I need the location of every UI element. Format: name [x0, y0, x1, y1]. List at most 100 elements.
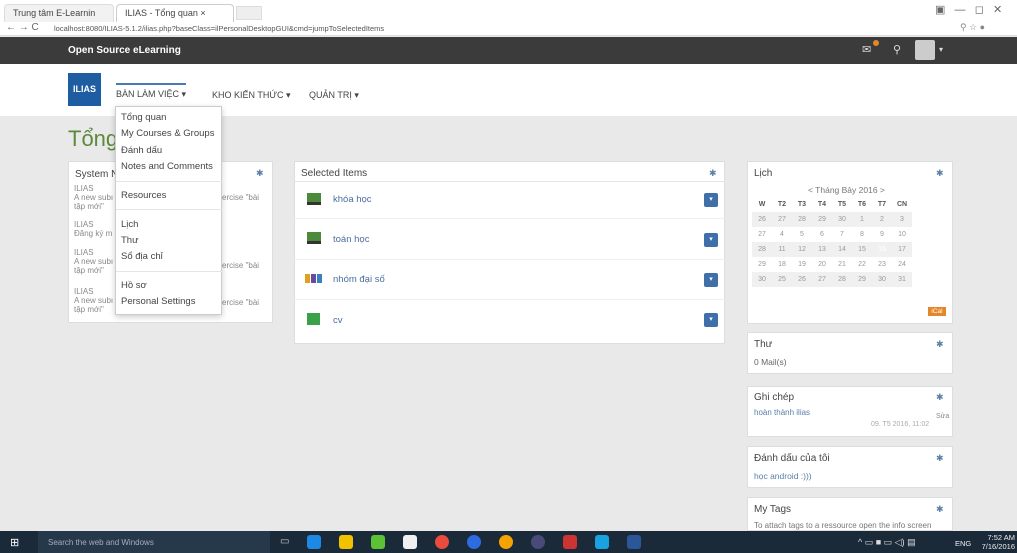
dropdown-item-bookmarks[interactable]: Đánh dấu [121, 145, 162, 156]
gear-icon[interactable]: ✱ [936, 504, 944, 515]
bookmark-link[interactable]: học android :))) [754, 471, 812, 481]
ilias-logo[interactable]: ILIAS [68, 73, 101, 106]
calendar-day[interactable]: 27 [812, 272, 832, 287]
calendar-day[interactable]: 12 [792, 242, 812, 257]
dropdown-item-profile[interactable]: Hồ sơ [121, 280, 147, 291]
calendar-day[interactable]: 28 [792, 212, 812, 227]
task-view-icon[interactable]: ▭ [280, 536, 289, 547]
language-indicator[interactable]: ENG [955, 539, 971, 548]
dropdown-item-overview[interactable]: Tổng quan [121, 112, 166, 123]
gear-icon[interactable]: ✱ [936, 168, 944, 179]
app-icon[interactable] [531, 535, 545, 549]
calendar-day[interactable]: 1 [852, 212, 872, 227]
calendar-day[interactable]: 26 [792, 272, 812, 287]
selected-item-link[interactable]: nhóm đại số [333, 274, 385, 285]
ical-button[interactable]: iCal [928, 307, 946, 316]
calendar-day[interactable]: 25 [772, 272, 792, 287]
chrome-icon[interactable] [435, 535, 449, 549]
calendar-day[interactable]: 5 [792, 227, 812, 242]
file-explorer-icon[interactable] [339, 535, 353, 549]
calendar-day[interactable]: 6 [812, 227, 832, 242]
actions-dropdown-button[interactable]: ▾ [704, 313, 718, 327]
calendar-day[interactable]: 31 [892, 272, 912, 287]
dropdown-item-resources[interactable]: Resources [121, 190, 166, 201]
actions-dropdown-button[interactable]: ▾ [704, 193, 718, 207]
calendar-month-nav[interactable]: < Tháng Bảy 2016 > [808, 185, 885, 195]
avatar[interactable] [915, 40, 935, 60]
menu-admin[interactable]: QUẢN TRỊ ▾ [309, 90, 359, 101]
window-controls[interactable]: ▣ — ◻ ✕ [935, 3, 1002, 16]
calendar-day[interactable]: 29 [852, 272, 872, 287]
gear-icon[interactable]: ✱ [709, 168, 717, 179]
gear-icon[interactable]: ✱ [936, 339, 944, 350]
actions-dropdown-button[interactable]: ▾ [704, 273, 718, 287]
menu-desktop[interactable]: BÀN LÀM VIỆC ▾ [116, 83, 187, 100]
calendar-day[interactable]: 8 [852, 227, 872, 242]
app-title[interactable]: Open Source eLearning [68, 45, 181, 56]
extension-icons[interactable]: ⚲ ☆ ● [960, 22, 985, 33]
calendar-day[interactable]: 10 [892, 227, 912, 242]
tab-ilias[interactable]: ILIAS - Tổng quan × [116, 4, 234, 22]
calendar-day[interactable]: 29 [812, 212, 832, 227]
gear-icon[interactable]: ✱ [936, 392, 944, 403]
dropdown-item-calendar[interactable]: Lịch [121, 219, 138, 230]
calendar-day[interactable]: 13 [812, 242, 832, 257]
calendar-day[interactable]: 22 [852, 257, 872, 272]
clock[interactable]: 7:52 AM 7/16/2016 [979, 533, 1015, 551]
dropdown-item-contacts[interactable]: Sổ địa chỉ [121, 251, 163, 262]
selected-item-link[interactable]: toán học [333, 234, 369, 245]
calendar-day[interactable]: 2 [872, 212, 892, 227]
nav-buttons[interactable]: ← → C [6, 22, 39, 33]
store-icon[interactable] [403, 535, 417, 549]
search-icon[interactable]: ⚲ [893, 43, 901, 56]
calendar-day[interactable]: 7 [832, 227, 852, 242]
calendar-day-today[interactable]: 16 [872, 242, 892, 257]
calendar-day[interactable]: 9 [872, 227, 892, 242]
note-edit-link[interactable]: Sửa [936, 413, 949, 420]
url-input[interactable]: localhost:8080/ILIAS-5.1.2/ilias.php?bas… [54, 23, 934, 35]
calendar-day[interactable]: 19 [792, 257, 812, 272]
app-icon[interactable] [563, 535, 577, 549]
app-icon[interactable] [467, 535, 481, 549]
app-icon[interactable] [499, 535, 513, 549]
calendar-day[interactable]: 20 [812, 257, 832, 272]
dropdown-item-mail[interactable]: Thư [121, 235, 138, 246]
calendar-day[interactable]: 21 [832, 257, 852, 272]
calendar-day[interactable]: 30 [872, 272, 892, 287]
weekday-header: T3 [797, 201, 807, 208]
calendar-day[interactable]: 23 [872, 257, 892, 272]
dropdown-item-courses[interactable]: My Courses & Groups [121, 128, 214, 139]
app-icon[interactable] [371, 535, 385, 549]
calendar-day[interactable]: 15 [852, 242, 872, 257]
calendar-day[interactable]: 3 [892, 212, 912, 227]
skype-icon[interactable] [595, 535, 609, 549]
calendar-day[interactable]: 4 [772, 227, 792, 242]
calendar-day[interactable]: 14 [832, 242, 852, 257]
gear-icon[interactable]: ✱ [256, 168, 264, 179]
calendar-day[interactable]: 28 [832, 272, 852, 287]
tab-elearning[interactable]: Trung tâm E-Learnin [4, 4, 114, 22]
note-link[interactable]: hoàn thành ilias [754, 408, 810, 417]
windows-start-icon[interactable]: ⊞ [10, 536, 19, 549]
dropdown-item-settings[interactable]: Personal Settings [121, 296, 195, 307]
calendar-day[interactable]: 24 [892, 257, 912, 272]
calendar-day[interactable]: 27 [772, 212, 792, 227]
calendar-day[interactable]: 30 [832, 212, 852, 227]
calendar-day[interactable]: 18 [772, 257, 792, 272]
new-tab-button[interactable] [236, 6, 262, 20]
system-tray-icons[interactable]: ^ ▭ ■ ▭ ◁) ▤ [858, 537, 916, 548]
edge-icon[interactable] [307, 535, 321, 549]
calendar-day[interactable]: 11 [772, 242, 792, 257]
calendar-day[interactable]: 17 [892, 242, 912, 257]
selected-item-link[interactable]: cv [333, 315, 343, 326]
dropdown-item-notes[interactable]: Notes and Comments [121, 161, 213, 172]
gear-icon[interactable]: ✱ [936, 453, 944, 464]
mail-count[interactable]: 0 Mail(s) [754, 357, 787, 367]
menu-repository[interactable]: KHO KIẾN THỨC ▾ [212, 90, 291, 101]
actions-dropdown-button[interactable]: ▾ [704, 233, 718, 247]
mail-icon[interactable]: ✉ [862, 43, 871, 56]
word-icon[interactable] [627, 535, 641, 549]
chevron-down-icon[interactable]: ▾ [939, 45, 943, 54]
system-panel-title: System N [75, 169, 119, 180]
selected-item-link[interactable]: khóa học [333, 194, 372, 205]
